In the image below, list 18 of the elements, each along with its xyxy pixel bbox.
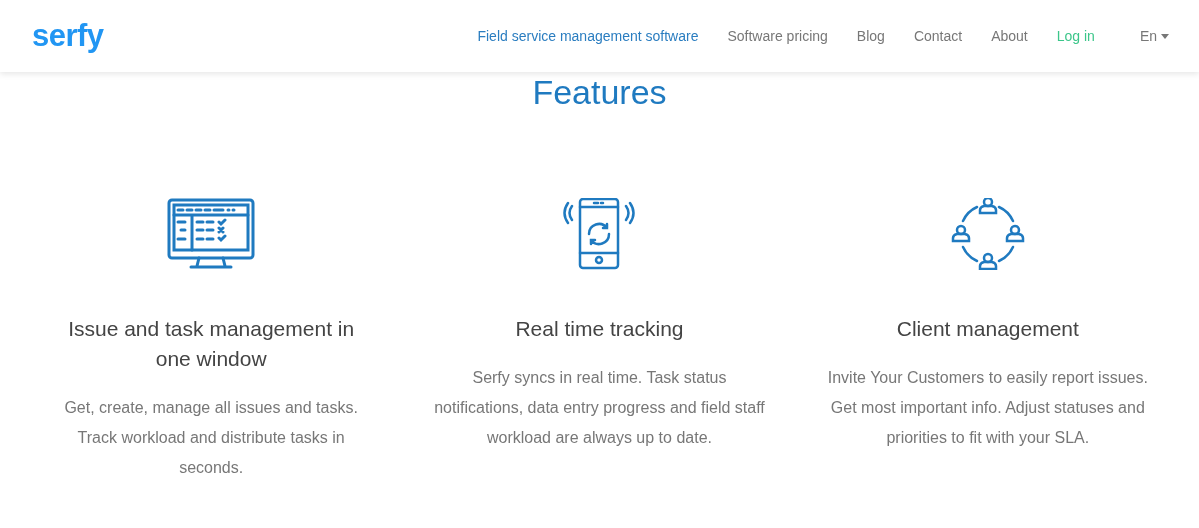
language-dropdown[interactable]: En [1139, 28, 1169, 44]
feature-heading: Issue and task management in one window [67, 316, 356, 372]
feature-description: Serfy syncs in real time. Task status notifications, data entry progress and field staff workload are always up to date. [433, 368, 766, 448]
feature-heading: Real time tracking [514, 316, 685, 342]
nav-link[interactable]: About [991, 28, 1028, 44]
caret-icon [1161, 33, 1169, 39]
people-network-icon [950, 198, 1025, 270]
feature-description: Get, create, manage all issues and tasks. Track workload and distribute tasks in seconds. [63, 398, 359, 478]
nav-link[interactable]: Software pricing [727, 28, 828, 44]
nav-link[interactable]: Contact [913, 28, 963, 44]
nav-link[interactable]: Blog [856, 28, 885, 44]
phone-icon [563, 198, 636, 270]
feature-description: Invite Your Customers to easily report issues. Get most important info. Adjust statuses and priorities to fit with your SLA. [826, 368, 1149, 448]
logo[interactable]: serfy [32, 18, 104, 54]
feature-heading: Client management [895, 316, 1080, 342]
section-title: Features [531, 72, 668, 112]
nav-link[interactable]: Field service management software [477, 28, 699, 44]
monitor-icon [167, 198, 256, 270]
